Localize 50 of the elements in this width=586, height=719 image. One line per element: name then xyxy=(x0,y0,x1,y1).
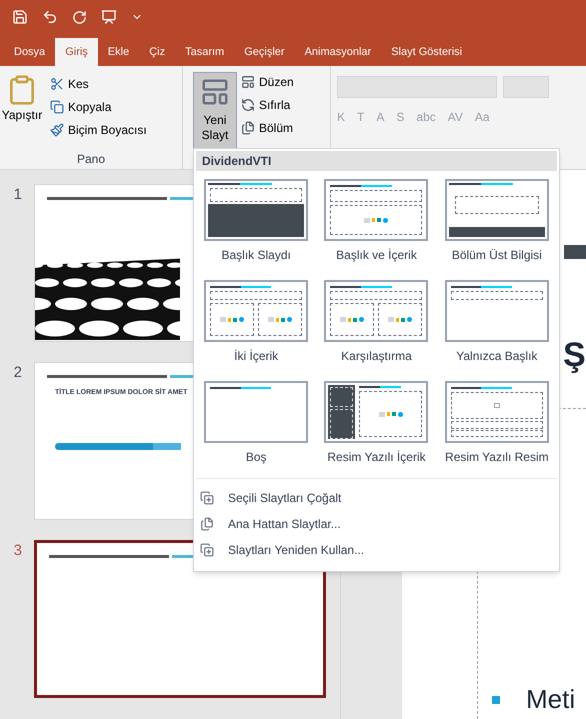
ribbon-tab[interactable]: Çiz xyxy=(139,38,176,66)
paste-button[interactable]: Yapıştır xyxy=(0,74,44,149)
undo-icon[interactable] xyxy=(42,9,58,25)
ribbon-tab[interactable]: Slayt Gösterisi xyxy=(381,38,472,66)
redo-icon[interactable] xyxy=(72,10,87,24)
slides-icon xyxy=(200,543,214,557)
clipboard-command[interactable]: Biçim Boyacısı xyxy=(50,120,147,140)
layout-option[interactable]: Boş xyxy=(246,448,266,466)
theme-header: DividendVTI xyxy=(196,151,557,171)
layout-option[interactable]: İki İçerik xyxy=(234,347,278,365)
command-icon xyxy=(241,75,255,89)
accent-bar xyxy=(564,245,586,259)
slides-icon xyxy=(200,491,214,505)
command-icon xyxy=(241,98,255,112)
slides-command[interactable]: Bölüm xyxy=(241,118,294,138)
layout-option[interactable]: Resim Yazılı İçerik xyxy=(327,448,426,466)
ribbon-tab[interactable]: Animasyonlar xyxy=(294,38,382,66)
ribbon-tab[interactable]: Ekle xyxy=(98,38,140,66)
layout-option[interactable]: Yalnızca Başlık xyxy=(456,347,538,365)
group-label: Pano xyxy=(76,151,106,168)
slides-command[interactable]: Düzen xyxy=(241,72,294,92)
presentation-icon[interactable] xyxy=(101,9,117,25)
layout-option[interactable]: Bölüm Üst Bilgisi xyxy=(452,246,542,264)
ribbon-tab[interactable]: Geçişler xyxy=(234,38,295,66)
command-icon xyxy=(50,123,64,137)
slides-icon xyxy=(200,517,214,531)
font-size-field[interactable] xyxy=(503,76,549,98)
ribbon-tab[interactable]: Giriş xyxy=(55,38,98,66)
bullet-text: Meti xyxy=(526,683,576,716)
command-icon xyxy=(50,77,64,91)
ribbon-tab[interactable]: Dosya xyxy=(4,38,56,66)
layout-option[interactable]: Karşılaştırma xyxy=(341,347,412,365)
save-icon[interactable] xyxy=(12,9,28,25)
slide-number: 3 xyxy=(12,541,22,561)
slide-title: Ş xyxy=(563,338,586,372)
slide-number: 1 xyxy=(12,185,22,205)
slide-icon xyxy=(200,77,230,107)
clipboard-command[interactable]: Kes xyxy=(50,74,147,94)
bullet-icon xyxy=(492,696,500,704)
command-icon xyxy=(50,100,64,114)
slide-number: 2 xyxy=(12,363,22,383)
slides-command[interactable]: Sıfırla xyxy=(241,95,294,115)
command-icon xyxy=(241,121,255,135)
font-name-field[interactable] xyxy=(337,76,497,98)
menu-item[interactable]: Slaytları Yeniden Kullan... xyxy=(194,537,559,563)
ribbon-tab[interactable]: Tasarım xyxy=(175,38,234,66)
layout-option[interactable]: Başlık ve İçerik xyxy=(336,246,417,264)
layout-option[interactable]: Başlık Slaydı xyxy=(221,246,291,264)
clipboard-command[interactable]: Kopyala xyxy=(50,97,147,117)
layout-option[interactable]: Resim Yazılı Resim xyxy=(445,448,549,466)
